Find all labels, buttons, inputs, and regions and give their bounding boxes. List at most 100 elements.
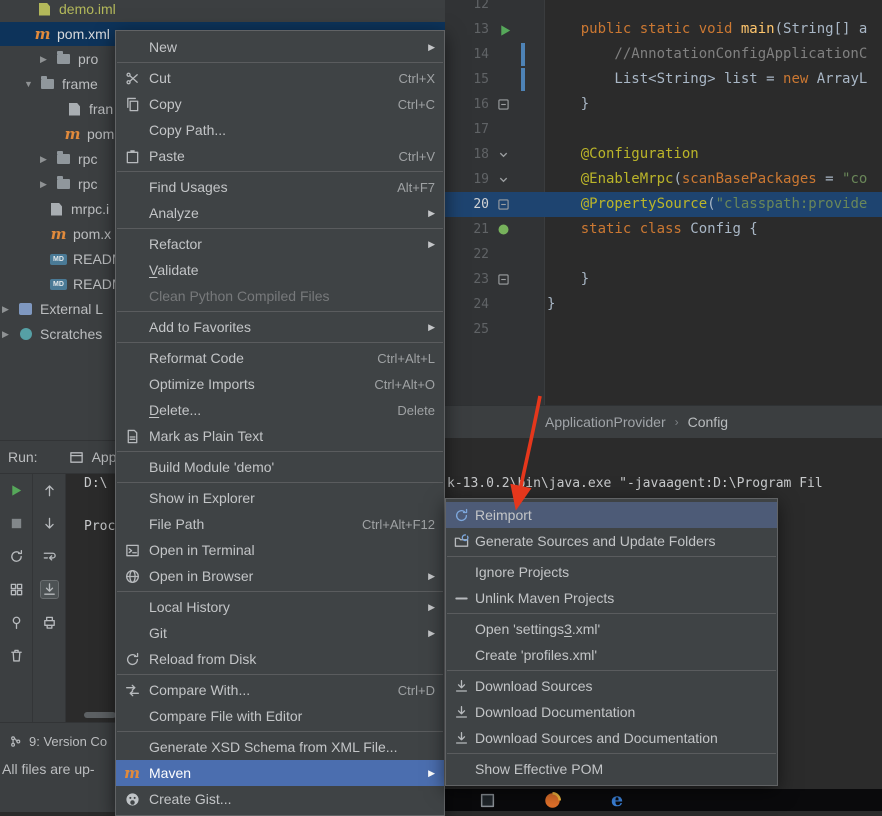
menu-shortcut: Ctrl+Alt+O: [356, 377, 435, 392]
menu-item-copy[interactable]: CopyCtrl+C: [116, 91, 444, 117]
run-gutter-icon[interactable]: [498, 23, 513, 42]
expand-arrow-icon[interactable]: ▶: [40, 54, 55, 65]
gutter-chevron-icon[interactable]: [498, 173, 509, 189]
menu-item-compare-with[interactable]: Compare With...Ctrl+D: [116, 677, 444, 703]
file-icon: [66, 101, 83, 117]
menu-item-validate[interactable]: Validate: [116, 257, 444, 283]
expand-arrow-icon[interactable]: ▶: [40, 179, 55, 190]
code-editor[interactable]: 1213141516171819202122232425 public stat…: [445, 0, 882, 405]
line-number: 19: [445, 167, 489, 192]
run-tab-label: App: [92, 449, 117, 465]
menu-item-label: Reload from Disk: [149, 651, 256, 667]
gutter-chevron-icon[interactable]: [498, 148, 509, 164]
code-line-16: }: [547, 92, 589, 117]
maven-item-unlink-maven-projects[interactable]: Unlink Maven Projects: [446, 585, 777, 611]
menu-item-open-in-terminal[interactable]: Open in Terminal: [116, 537, 444, 563]
menu-item-file-path[interactable]: File PathCtrl+Alt+F12: [116, 511, 444, 537]
menu-item-label: Open 'settings3.xml': [475, 621, 600, 637]
menu-icon-spacer: [452, 761, 470, 777]
maven-icon: m: [122, 765, 142, 781]
collapse-arrow-icon[interactable]: ▼: [24, 79, 39, 89]
menu-item-delete[interactable]: Delete...Delete: [116, 397, 444, 423]
maven-item-download-sources[interactable]: Download Sources: [446, 673, 777, 699]
menu-item-paste[interactable]: PasteCtrl+V: [116, 143, 444, 169]
grid-button[interactable]: [8, 581, 25, 598]
menu-item-find-usages[interactable]: Find UsagesAlt+F7: [116, 174, 444, 200]
menu-item-reformat-code[interactable]: Reformat CodeCtrl+Alt+L: [116, 345, 444, 371]
maven-item-create-profiles-xml[interactable]: Create 'profiles.xml': [446, 642, 777, 668]
menu-item-new[interactable]: New▶: [116, 34, 444, 60]
fold-marker-icon[interactable]: [498, 98, 509, 114]
stop-button[interactable]: [8, 515, 25, 532]
printer-button[interactable]: [41, 614, 58, 631]
menu-item-show-in-explorer[interactable]: Show in Explorer: [116, 485, 444, 511]
version-control-button[interactable]: 9: Version Co: [6, 732, 107, 750]
menu-item-refactor[interactable]: Refactor▶: [116, 231, 444, 257]
gensrc-icon: [452, 533, 470, 549]
run-tab-app[interactable]: App: [62, 441, 123, 473]
edge-icon[interactable]: e: [608, 791, 626, 809]
menu-separator: [447, 556, 776, 557]
breadcrumb-item-class[interactable]: ApplicationProvider: [545, 414, 666, 430]
menu-item-label: Analyze: [149, 205, 199, 221]
submenu-arrow-icon: ▶: [410, 571, 435, 582]
expand-arrow-icon[interactable]: ▶: [2, 329, 17, 340]
maven-item-show-effective-pom[interactable]: Show Effective POM: [446, 756, 777, 782]
menu-icon-spacer: [122, 288, 142, 304]
menu-item-open-in-browser[interactable]: Open in Browser▶: [116, 563, 444, 589]
menu-item-add-to-favorites[interactable]: Add to Favorites▶: [116, 314, 444, 340]
down-button[interactable]: [41, 515, 58, 532]
fold-marker-icon[interactable]: [498, 273, 509, 289]
menu-item-compare-file-with-editor[interactable]: Compare File with Editor: [116, 703, 444, 729]
maven-item-reimport[interactable]: Reimport: [446, 502, 777, 528]
tree-item-demo-iml[interactable]: demo.iml: [0, 0, 445, 21]
up-button[interactable]: [41, 482, 58, 499]
pin-button[interactable]: [8, 614, 25, 631]
maven-item-generate-sources-and-update-folders[interactable]: Generate Sources and Update Folders: [446, 528, 777, 554]
menu-item-analyze[interactable]: Analyze▶: [116, 200, 444, 226]
menu-separator: [117, 171, 443, 172]
menu-item-label: Delete...: [149, 402, 201, 418]
firefox-icon[interactable]: [543, 791, 561, 809]
menu-item-local-history[interactable]: Local History▶: [116, 594, 444, 620]
menu-item-generate-xsd-schema-from-xml-file[interactable]: Generate XSD Schema from XML File...: [116, 734, 444, 760]
maven-item-ignore-projects[interactable]: Ignore Projects: [446, 559, 777, 585]
scrollend-button[interactable]: [41, 581, 58, 598]
menu-item-create-gist[interactable]: Create Gist...: [116, 786, 444, 812]
maven-item-open-settings3-xml[interactable]: Open 'settings3.xml': [446, 616, 777, 642]
menu-item-label: Reimport: [475, 507, 532, 523]
menu-icon-spacer: [122, 739, 142, 755]
fold-marker-icon[interactable]: [498, 198, 509, 214]
change-marker[interactable]: [521, 43, 525, 66]
menu-item-maven[interactable]: mMaven▶: [116, 760, 444, 786]
change-marker[interactable]: [521, 68, 525, 91]
menu-item-cut[interactable]: CutCtrl+X: [116, 65, 444, 91]
trash-button[interactable]: [8, 647, 25, 664]
lib-icon: [17, 301, 34, 317]
menu-item-label: Paste: [149, 148, 185, 164]
horizontal-scrollbar[interactable]: [84, 712, 116, 718]
menu-item-label: Find Usages: [149, 179, 228, 195]
restart-button[interactable]: [8, 548, 25, 565]
play-button[interactable]: [8, 482, 25, 499]
menu-item-mark-as-plain-text[interactable]: Mark as Plain Text: [116, 423, 444, 449]
menu-item-git[interactable]: Git▶: [116, 620, 444, 646]
breadcrumb-item-member[interactable]: Config: [688, 414, 728, 430]
menu-item-label: Mark as Plain Text: [149, 428, 263, 444]
expand-arrow-icon[interactable]: ▶: [2, 304, 17, 315]
menu-item-optimize-imports[interactable]: Optimize ImportsCtrl+Alt+O: [116, 371, 444, 397]
maven-item-download-documentation[interactable]: Download Documentation: [446, 699, 777, 725]
menu-item-build-module-demo[interactable]: Build Module 'demo': [116, 454, 444, 480]
spring-bean-icon[interactable]: [498, 223, 509, 239]
browser-icon: [122, 568, 142, 584]
maven-item-download-sources-and-documentation[interactable]: Download Sources and Documentation: [446, 725, 777, 751]
window-app-icon[interactable]: [478, 791, 496, 809]
tree-item-label: External L: [40, 301, 103, 317]
menu-item-reload-from-disk[interactable]: Reload from Disk: [116, 646, 444, 672]
menu-item-copy-path[interactable]: Copy Path...: [116, 117, 444, 143]
breadcrumb-separator-icon: ›: [675, 415, 679, 429]
wrap-button[interactable]: [41, 548, 58, 565]
code-line-18: @Configuration: [547, 142, 699, 167]
expand-arrow-icon[interactable]: ▶: [40, 154, 55, 165]
menu-icon-spacer: [122, 39, 142, 55]
